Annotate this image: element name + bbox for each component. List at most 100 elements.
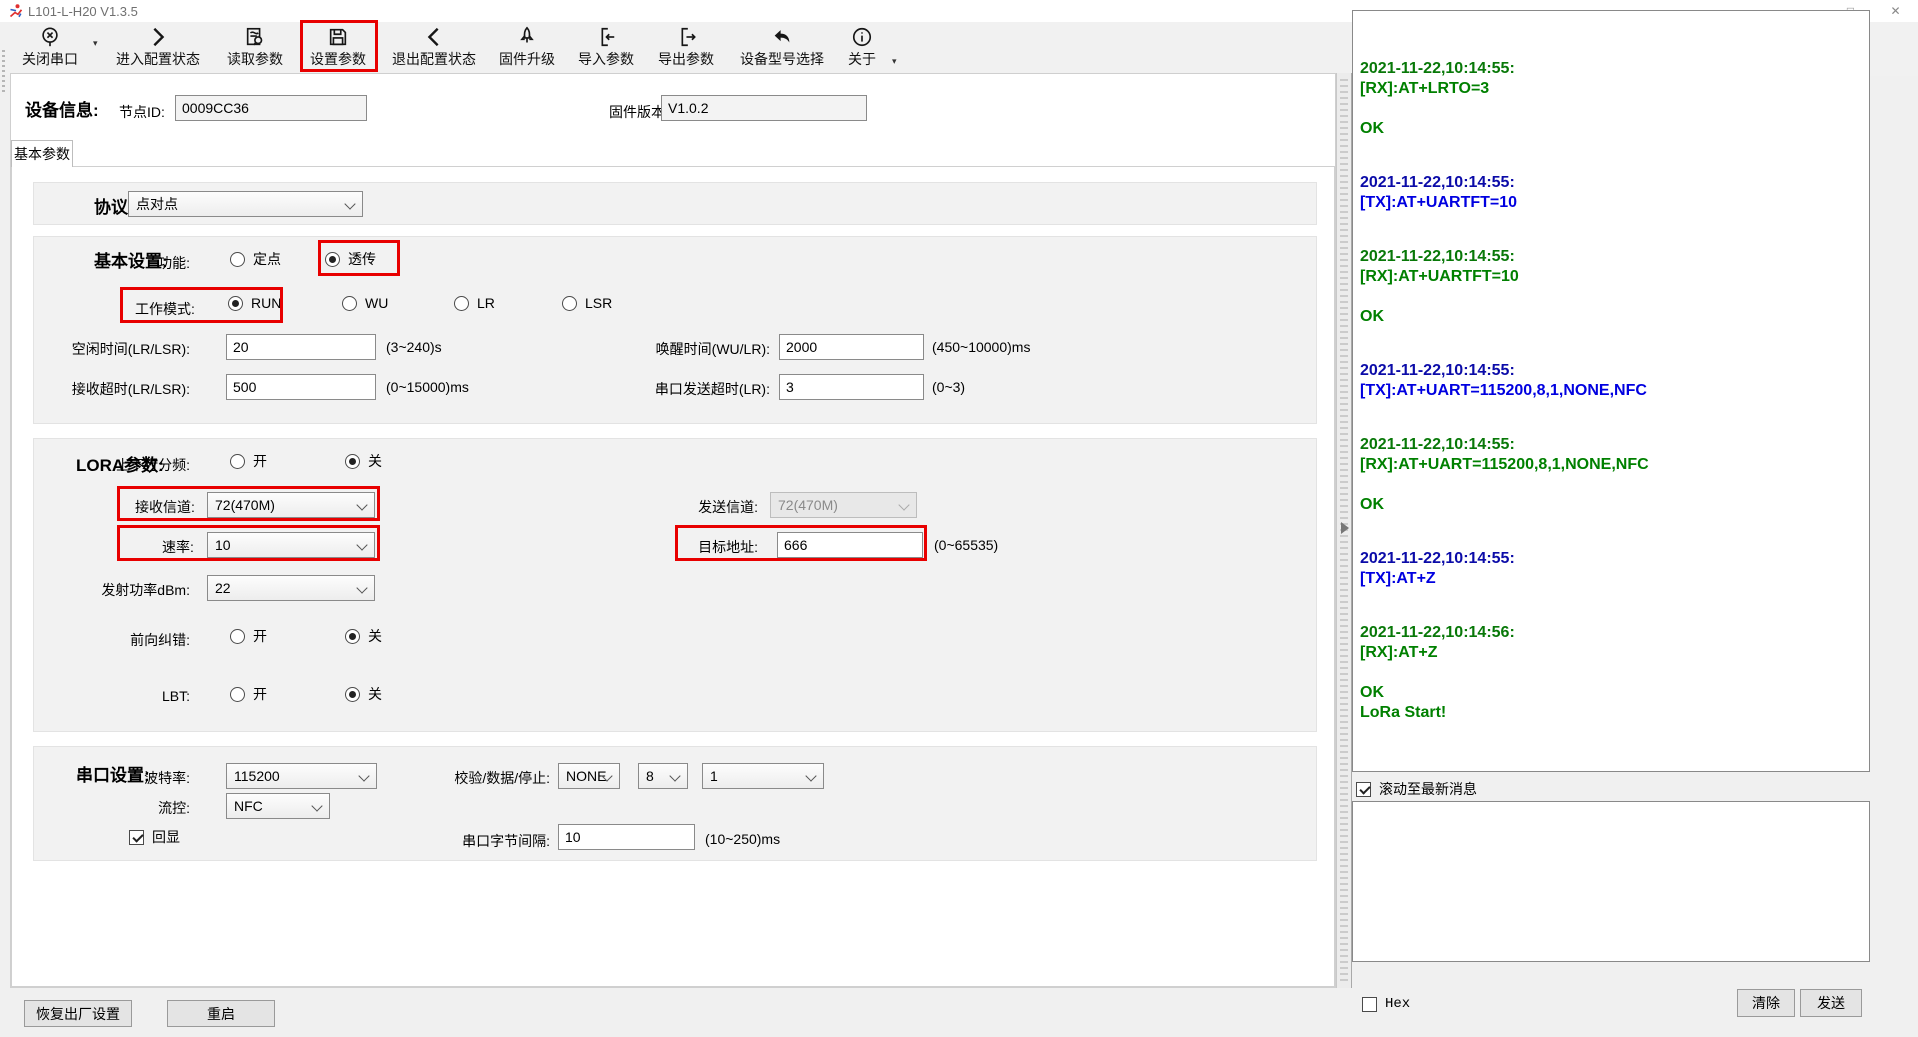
parity-data-stop-label: 校验/数据/停止: [454,770,550,786]
radio-icon [230,453,245,469]
read-params-icon [246,27,263,46]
toolbar-button-enter-config[interactable]: 进入配置状态 [104,26,212,69]
toolbar-button-firmware-upgrade[interactable]: 固件升级 [490,26,564,69]
baud-rate-select[interactable]: 115200 [226,763,377,789]
window-title: L101-L-H20 V1.3.5 [28,4,138,19]
flow-control-select[interactable]: NFC [226,793,330,819]
toolbar-button-set-params[interactable]: 设置参数 [302,26,374,69]
radio-lbt-off[interactable]: 关 [345,684,382,704]
rate-label: 速率: [162,539,194,555]
toolbar-button-exit-config[interactable]: 退出配置状态 [380,26,488,69]
send-input[interactable] [1352,801,1870,962]
toolbar-label: 读取参数 [227,51,283,67]
log-entry: 2021-11-22,10:14:55: [TX]:AT+UART=115200… [1360,362,1647,399]
splitter-collapse-icon[interactable] [1341,522,1349,534]
toolbar-button-import-params[interactable]: 导入参数 [568,26,644,69]
firmware-version-field[interactable] [661,95,867,121]
idle-time-field[interactable] [226,334,376,360]
chevron-right-icon [153,27,165,47]
serial-port-close-icon [42,27,58,47]
log-entry: 2021-11-22,10:14:55: [TX]:AT+UARTFT=10 [1360,174,1518,211]
group-lora-params: LORA参数: 上下行分频: 开 关 接收信道: 72(470M) 发送信道: … [33,438,1317,732]
byte-gap-hint: (10~250)ms [705,831,781,847]
send-button[interactable]: 发送 [1800,989,1862,1017]
echo-checkbox[interactable]: 回显 [129,827,180,847]
wake-time-field[interactable] [779,334,924,360]
radio-fec-on[interactable]: 开 [230,626,267,646]
rocket-icon [520,26,534,43]
toolbar-label: 设备型号选择 [740,51,824,67]
log-output[interactable]: 2021-11-22,10:14:55: [RX]:AT+LRTO=3 OK 2… [1352,10,1870,772]
export-arrow-icon [681,27,696,47]
byte-gap-field[interactable] [558,824,695,850]
target-address-label: 目标地址: [698,539,758,555]
radio-updown-on[interactable]: 开 [230,451,267,471]
radio-icon [228,295,243,311]
panel-splitter[interactable] [1336,73,1352,988]
radio-updown-off[interactable]: 关 [345,451,382,471]
clear-button[interactable]: 清除 [1737,989,1795,1017]
dropdown-caret-icon[interactable]: ▾ [93,38,98,49]
radio-icon [230,686,245,702]
radio-icon [454,295,469,311]
info-circle-icon [852,27,872,47]
protocol-select[interactable]: 点对点 [128,191,363,217]
back-arrow-icon [774,30,790,43]
radio-icon [230,628,245,644]
radio-mode-lsr[interactable]: LSR [562,295,612,311]
toolbar-button-about[interactable]: 关于 [838,26,886,69]
node-id-field[interactable] [175,95,367,121]
rx-channel-select[interactable]: 72(470M) [207,492,375,518]
toolbar-button-read-params[interactable]: 读取参数 [218,26,292,69]
radio-icon [562,295,577,311]
group-basic-settings: 基本设置: 功能: 定点 透传 工作模式: RUN WU LR LSR 空闲时间… [33,236,1317,424]
radio-transparent[interactable]: 透传 [325,249,376,269]
toolbar-grip[interactable] [2,50,5,92]
app-window: L101-L-H20 V1.3.5 ─ □ ✕ 关闭串口 ▾ 进入配置状态 读取… [0,0,1918,1037]
data-bits-select[interactable]: 8 [638,763,688,789]
dropdown-caret-icon[interactable]: ▾ [892,56,897,67]
radio-icon [230,251,245,267]
log-entry: 2021-11-22,10:14:55: [RX]:AT+UART=115200… [1360,436,1649,513]
toolbar-button-device-model-select[interactable]: 设备型号选择 [728,26,836,69]
wake-time-hint: (450~10000)ms [932,339,1031,355]
factory-reset-button[interactable]: 恢复出厂设置 [24,1000,132,1027]
uart-tx-timeout-label: 串口发送超时(LR): [654,381,770,397]
radio-mode-lr[interactable]: LR [454,295,495,311]
hex-checkbox[interactable]: Hex [1362,996,1410,1012]
toolbar-label: 固件升级 [499,51,555,67]
toolbar-button-export-params[interactable]: 导出参数 [648,26,724,69]
radio-icon [325,251,340,267]
function-label: 功能: [158,255,190,271]
tab-basic-params[interactable]: 基本参数 [11,140,73,167]
close-button[interactable]: ✕ [1873,0,1918,22]
target-address-hint: (0~65535) [934,537,999,553]
restart-button[interactable]: 重启 [167,1000,275,1027]
basic-settings-title: 基本设置: [94,252,168,271]
target-address-field[interactable] [777,532,923,558]
radio-icon [345,628,360,644]
radio-fixed-point[interactable]: 定点 [230,249,281,269]
radio-icon [342,295,357,311]
tx-channel-select: 72(470M) [770,492,917,518]
radio-icon [345,686,360,702]
updown-split-label: 上下行分频: [116,457,190,473]
stop-bits-select[interactable]: 1 [702,763,824,789]
radio-fec-off[interactable]: 关 [345,626,382,646]
radio-mode-wu[interactable]: WU [342,295,388,311]
rx-timeout-field[interactable] [226,374,376,400]
uart-tx-timeout-field[interactable] [779,374,924,400]
radio-mode-run[interactable]: RUN [228,295,281,311]
radio-lbt-on[interactable]: 开 [230,684,267,704]
rx-channel-label: 接收信道: [135,499,195,515]
fec-label: 前向纠错: [130,632,190,648]
parity-select[interactable]: NONE [558,763,620,789]
toolbar-button-close-serial[interactable]: 关闭串口 [12,26,88,69]
log-entry: 2021-11-22,10:14:55: [RX]:AT+LRTO=3 OK [1360,60,1515,137]
flow-control-label: 流控: [158,800,190,816]
autoscroll-checkbox[interactable]: 滚动至最新消息 [1356,779,1477,799]
rate-select[interactable]: 10 [207,532,375,558]
uart-tx-timeout-hint: (0~3) [932,379,966,395]
tx-power-select[interactable]: 22 [207,575,375,601]
idle-time-label: 空闲时间(LR/LSR): [71,341,190,357]
